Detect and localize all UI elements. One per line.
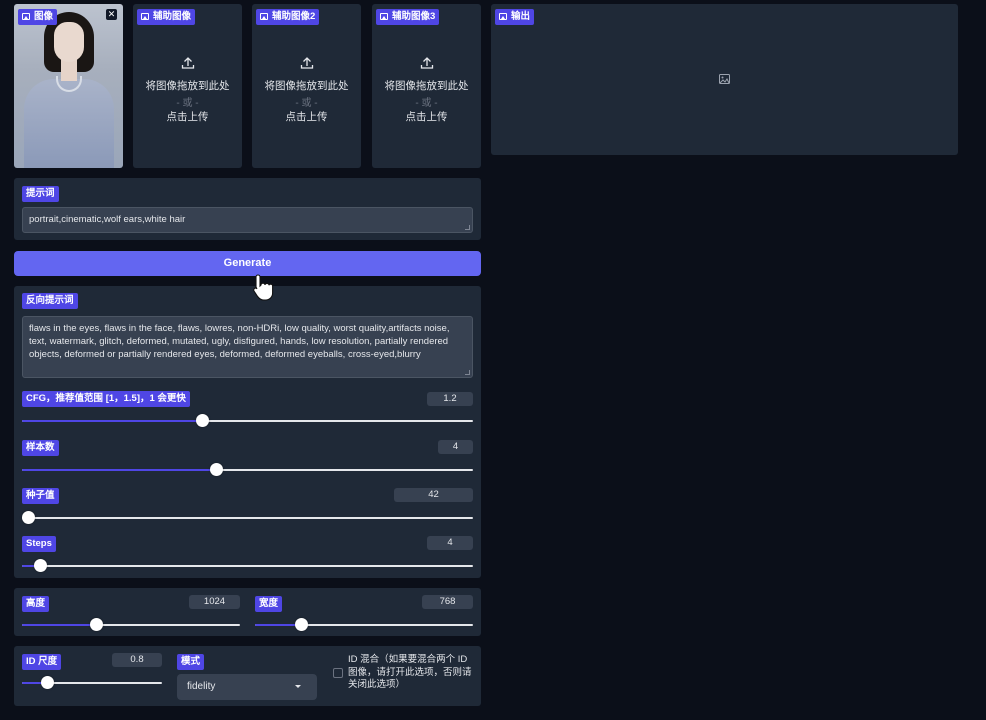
click-upload-text: 点击上传 xyxy=(285,111,328,123)
output-label: 输出 xyxy=(495,9,535,25)
aux-image-1-dropzone[interactable]: 辅助图像 将图像拖放到此处 - 或 - 点击上传 xyxy=(133,4,242,168)
image-icon xyxy=(499,13,507,20)
chevron-down-icon xyxy=(295,685,301,688)
width-slider-fill xyxy=(255,624,301,626)
steps-slider-handle[interactable] xyxy=(34,559,48,572)
resize-grip[interactable] xyxy=(465,225,470,230)
aux-image-1-label: 辅助图像 xyxy=(137,9,196,25)
id-mix-label: ID 混合（如果要混合两个 ID 图像，请打开此选项，否则请关闭此选项） xyxy=(348,654,472,690)
drop-text: 将图像拖放到此处 xyxy=(264,80,349,92)
drop-text: 将图像拖放到此处 xyxy=(384,80,469,92)
click-upload-text: 点击上传 xyxy=(405,111,448,123)
image-placeholder-icon xyxy=(719,74,730,84)
width-label: 宽度 xyxy=(255,596,283,612)
cfg-slider-handle[interactable] xyxy=(196,414,210,427)
width-slider[interactable] xyxy=(255,618,473,631)
prompt-panel: 提示词 portrait,cinematic,wolf ears,white h… xyxy=(14,178,481,240)
seed-label: 种子值 xyxy=(22,488,59,504)
advanced-panel: 反向提示词 flaws in the eyes, flaws in the fa… xyxy=(14,286,481,578)
cfg-label: CFG，推荐值范围 [1，1.5]，1 会更快 xyxy=(22,391,190,407)
cfg-slider[interactable] xyxy=(22,414,473,427)
samples-value-input[interactable]: 4 xyxy=(438,440,473,454)
mode-label: 模式 xyxy=(177,654,205,670)
width-slider-handle[interactable] xyxy=(294,618,308,631)
output-panel: 输出 xyxy=(491,4,958,155)
height-slider-fill xyxy=(22,624,97,626)
prompt-input[interactable]: portrait,cinematic,wolf ears,white hair xyxy=(22,207,473,233)
image-icon xyxy=(141,13,149,20)
samples-slider-handle[interactable] xyxy=(209,463,223,476)
id-scale-slider-handle[interactable] xyxy=(41,676,55,689)
photo-dress xyxy=(24,79,114,168)
steps-slider[interactable] xyxy=(22,559,473,572)
steps-label: Steps xyxy=(22,536,56,552)
upload-icon xyxy=(181,57,194,69)
seed-slider[interactable] xyxy=(22,511,473,524)
cfg-slider-fill xyxy=(22,420,203,422)
hand-cursor-icon xyxy=(253,274,274,301)
or-text: - 或 - xyxy=(415,98,438,109)
image-label: 图像 xyxy=(18,9,58,25)
image-icon xyxy=(260,13,268,20)
cfg-value-input[interactable]: 1.2 xyxy=(427,392,473,406)
negative-prompt-text: flaws in the eyes, flaws in the face, fl… xyxy=(29,323,450,360)
seed-value-input[interactable]: 42 xyxy=(394,488,473,502)
aux-image-2-label: 辅助图像2 xyxy=(256,9,320,25)
size-panel: 高度 1024 宽度 768 xyxy=(14,588,481,636)
uploaded-image[interactable] xyxy=(14,4,123,168)
negative-prompt-label: 反向提示词 xyxy=(22,293,78,309)
id-mix-checkbox[interactable] xyxy=(333,668,343,678)
height-value-input[interactable]: 1024 xyxy=(189,595,240,609)
aux-image-3-label: 辅助图像3 xyxy=(376,9,440,25)
prompt-label: 提示词 xyxy=(22,186,59,202)
seed-slider-handle[interactable] xyxy=(22,511,35,524)
resize-grip[interactable] xyxy=(465,370,470,375)
or-text: - 或 - xyxy=(176,98,199,109)
image-icon xyxy=(22,13,30,20)
image-icon xyxy=(380,13,388,20)
id-scale-slider[interactable] xyxy=(22,676,162,689)
id-scale-value-input[interactable]: 0.8 xyxy=(112,653,162,667)
steps-value-input[interactable]: 4 xyxy=(427,536,473,550)
samples-label: 样本数 xyxy=(22,440,59,456)
width-value-input[interactable]: 768 xyxy=(422,595,473,609)
or-text: - 或 - xyxy=(295,98,318,109)
prompt-text: portrait,cinematic,wolf ears,white hair xyxy=(29,214,186,225)
samples-slider-fill xyxy=(22,469,216,471)
height-slider[interactable] xyxy=(22,618,240,631)
generate-button[interactable]: Generate xyxy=(14,251,481,276)
upload-icon xyxy=(420,57,433,69)
negative-prompt-input[interactable]: flaws in the eyes, flaws in the face, fl… xyxy=(22,316,473,378)
click-upload-text: 点击上传 xyxy=(166,111,209,123)
aux-image-3-dropzone[interactable]: 辅助图像3 将图像拖放到此处 - 或 - 点击上传 xyxy=(372,4,481,168)
photo-face xyxy=(54,22,84,62)
mode-select[interactable]: fidelity xyxy=(177,674,317,700)
drop-text: 将图像拖放到此处 xyxy=(145,80,230,92)
upload-icon xyxy=(300,57,313,69)
samples-slider[interactable] xyxy=(22,463,473,476)
height-slider-handle[interactable] xyxy=(90,618,104,631)
id-scale-label: ID 尺度 xyxy=(22,654,62,670)
aux-image-2-dropzone[interactable]: 辅助图像2 将图像拖放到此处 - 或 - 点击上传 xyxy=(252,4,361,168)
height-label: 高度 xyxy=(22,596,50,612)
remove-image-button[interactable]: ✕ xyxy=(106,9,117,20)
mode-selected-value: fidelity xyxy=(187,681,216,692)
